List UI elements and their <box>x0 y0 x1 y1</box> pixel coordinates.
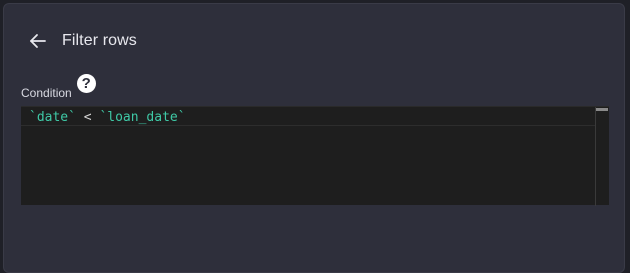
panel-header: Filter rows <box>28 30 137 52</box>
question-circle-icon[interactable]: ? <box>76 74 96 93</box>
condition-expression[interactable]: `date` < `loan_date` <box>29 110 186 126</box>
condition-label: Condition <box>21 86 72 100</box>
comparison-operator: < <box>75 110 100 125</box>
page-title: Filter rows <box>62 32 137 49</box>
editor-scrollbar[interactable] <box>595 107 609 206</box>
condition-code-editor[interactable]: `date` < `loan_date` <box>21 106 609 206</box>
condition-label-row: Condition ? <box>21 74 96 100</box>
filter-rows-panel: Filter rows Condition ? `date` < `loan_d… <box>3 3 625 273</box>
arrow-left-icon[interactable] <box>28 31 48 51</box>
left-identifier: `date` <box>29 110 76 125</box>
editor-scrollbar-thumb[interactable] <box>596 108 608 111</box>
right-identifier: `loan_date` <box>99 110 186 125</box>
